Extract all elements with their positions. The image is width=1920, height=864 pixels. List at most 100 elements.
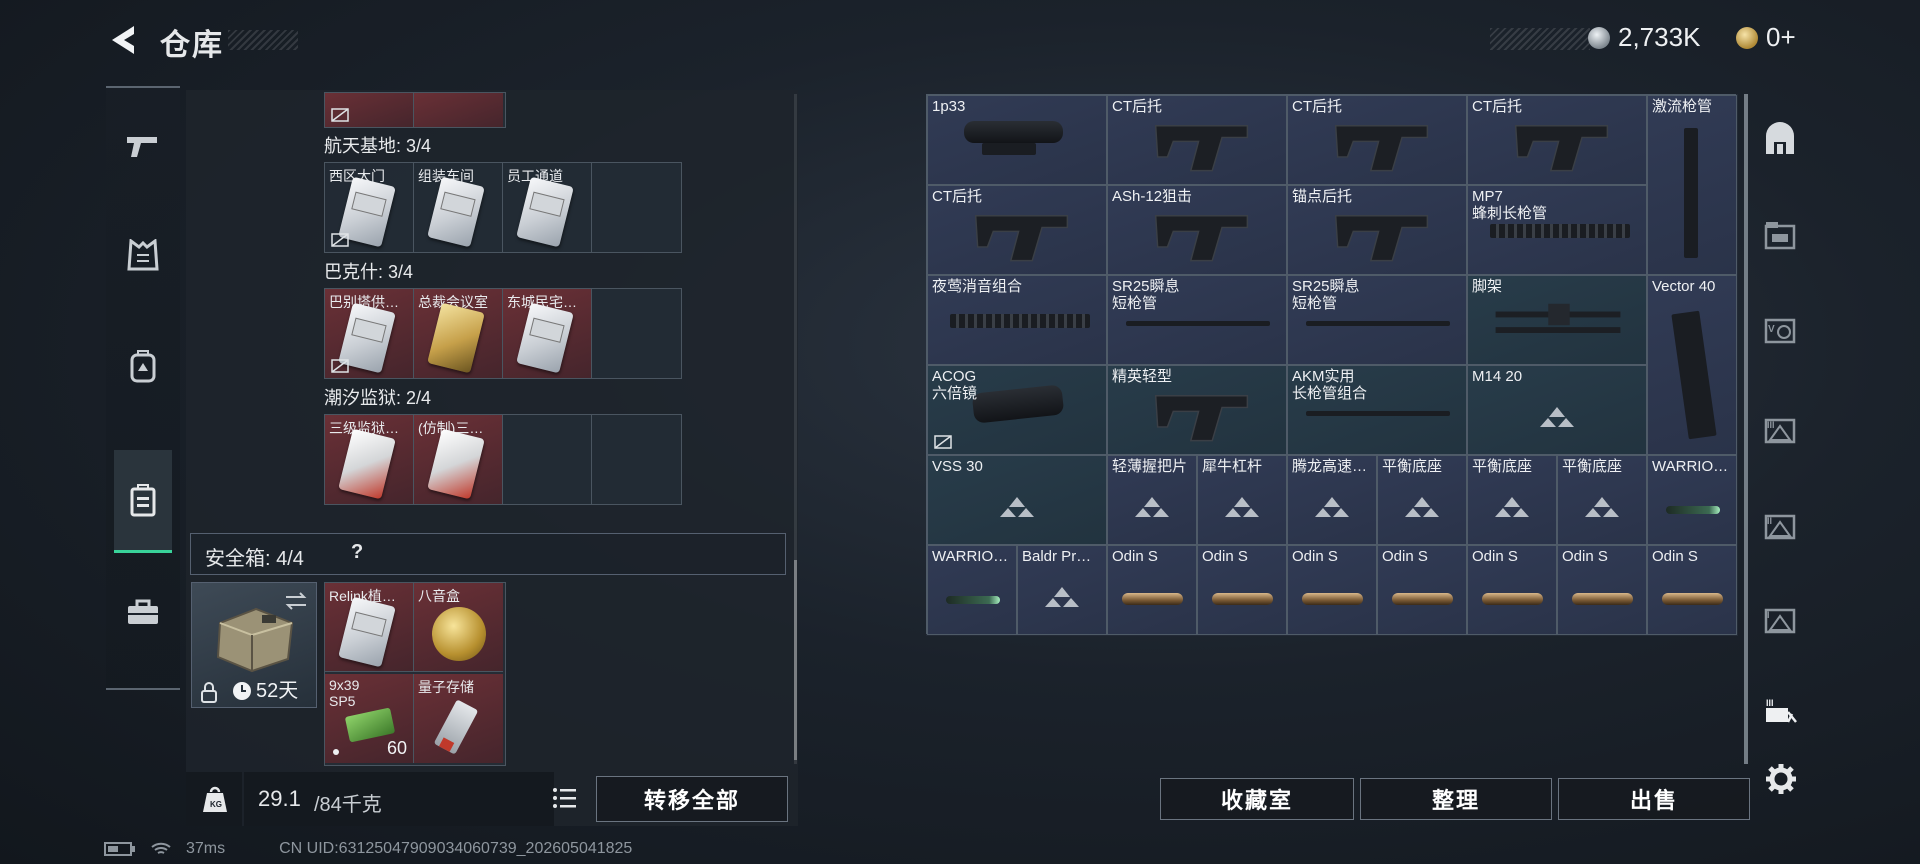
storage-item[interactable]: CT后托 xyxy=(1287,95,1467,185)
storage-tab-icon xyxy=(1764,222,1796,250)
placeholder-triangle-icon xyxy=(1135,497,1169,517)
storage-tab-6[interactable]: III xyxy=(1762,694,1798,730)
storage-item[interactable]: Odin S xyxy=(1197,545,1287,635)
storage-item-label: Odin S xyxy=(1652,548,1698,565)
storage-item[interactable]: CT后托 xyxy=(927,185,1107,275)
storage-item[interactable]: Baldr Pr… xyxy=(1017,545,1107,635)
key-card-cell[interactable]: 东城民宅… xyxy=(503,289,592,378)
help-icon[interactable]: ? xyxy=(351,541,363,564)
svg-text:III: III xyxy=(1767,420,1775,430)
bipod-image xyxy=(1495,303,1621,333)
storage-item[interactable]: 轻薄握把片 xyxy=(1107,455,1197,545)
storage-item[interactable]: ASh-12狙击 xyxy=(1107,185,1287,275)
weight-current: 29.1 xyxy=(258,786,301,811)
currency-gold[interactable]: 0+ xyxy=(1736,22,1796,53)
storage-item[interactable]: 平衡底座 xyxy=(1377,455,1467,545)
empty-slot[interactable] xyxy=(592,289,681,378)
storage-item[interactable]: MP7 蜂刺长枪管 xyxy=(1467,185,1647,275)
nav-pistol[interactable] xyxy=(114,96,172,196)
key-card-cell[interactable]: 西区大门 xyxy=(325,163,414,252)
storage-item[interactable]: VSS 30 xyxy=(927,455,1107,545)
nav-armor[interactable] xyxy=(114,206,172,306)
safe-box-case[interactable]: 52天 xyxy=(191,582,317,708)
safe-item-cell[interactable]: 八音盒 xyxy=(414,583,503,672)
storage-tab-5[interactable]: I xyxy=(1762,602,1798,638)
storage-item[interactable]: Odin S xyxy=(1107,545,1197,635)
storage-item[interactable]: 激流枪管 xyxy=(1647,95,1737,275)
storage-item[interactable]: Odin S xyxy=(1377,545,1467,635)
empty-slot[interactable] xyxy=(592,415,681,504)
safe-item-label: 八音盒 xyxy=(418,588,460,604)
key-card-cell[interactable]: 总裁会议室 xyxy=(414,289,503,378)
key-card-cell[interactable] xyxy=(325,93,414,127)
key-card-icon xyxy=(516,302,574,374)
safe-item-cell[interactable]: Relink植… xyxy=(325,583,414,672)
key-card-cell[interactable]: 三级监狱… xyxy=(325,415,414,504)
storage-item[interactable]: Odin S xyxy=(1647,545,1737,635)
storage-tab-all[interactable] xyxy=(1762,122,1798,158)
storage-item[interactable]: SR25瞬息 短枪管 xyxy=(1287,275,1467,365)
storage-item[interactable]: 平衡底座 xyxy=(1467,455,1557,545)
storage-item[interactable]: WARRIO… xyxy=(927,545,1017,635)
storage-item[interactable]: Odin S xyxy=(1467,545,1557,635)
safe-item-cell[interactable]: 量子存储 xyxy=(414,674,503,763)
storage-item[interactable]: SR25瞬息 短枪管 xyxy=(1107,275,1287,365)
collection-room-button[interactable]: 收藏室 xyxy=(1160,778,1354,820)
storage-item[interactable]: WARRIO… xyxy=(1647,455,1737,545)
armory-icon xyxy=(1766,122,1794,154)
key-card-cell[interactable]: 巴别塔供… xyxy=(325,289,414,378)
sort-button[interactable]: 整理 xyxy=(1360,778,1552,820)
no-transfer-icon xyxy=(934,435,952,449)
storage-item[interactable]: 锚点后托 xyxy=(1287,185,1467,275)
stock-image xyxy=(1334,124,1429,172)
key-card-cell[interactable] xyxy=(414,93,503,127)
svg-text:KG: KG xyxy=(210,800,222,809)
key-card-cell[interactable]: 员工通道 xyxy=(503,163,592,252)
storage-tab-4[interactable]: II xyxy=(1762,508,1798,544)
storage-item-label: Odin S xyxy=(1472,548,1518,565)
storage-item[interactable]: CT后托 xyxy=(1107,95,1287,185)
storage-item[interactable]: CT后托 xyxy=(1467,95,1647,185)
currency-silver[interactable]: 2,733K xyxy=(1588,22,1700,53)
nav-backpack[interactable] xyxy=(114,316,172,416)
storage-item[interactable]: Odin S xyxy=(1557,545,1647,635)
storage-item[interactable]: AKM实用 长枪管组合 xyxy=(1287,365,1467,455)
storage-item[interactable]: 脚架 xyxy=(1467,275,1647,365)
key-card-cell[interactable]: (仿制)三… xyxy=(414,415,503,504)
list-icon[interactable] xyxy=(552,786,578,810)
storage-item[interactable]: 腾龙高速… xyxy=(1287,455,1377,545)
storage-item[interactable]: 1p33 xyxy=(927,95,1107,185)
settings-button[interactable] xyxy=(1764,762,1800,798)
storage-item-label: Baldr Pr… xyxy=(1022,548,1092,565)
swap-icon[interactable] xyxy=(284,591,308,611)
storage-item[interactable]: 平衡底座 xyxy=(1557,455,1647,545)
empty-slot[interactable] xyxy=(592,163,681,252)
storage-tab-3[interactable]: III xyxy=(1762,412,1798,448)
sell-button[interactable]: 出售 xyxy=(1558,778,1750,820)
storage-item[interactable]: Vector 40 xyxy=(1647,275,1737,455)
flashlight-image xyxy=(1211,592,1273,605)
nav-toolbox[interactable] xyxy=(114,562,172,662)
gear-icon xyxy=(1766,764,1796,794)
storage-item[interactable]: ACOG 六倍镜 xyxy=(927,365,1107,455)
nav-safe-case[interactable] xyxy=(114,450,172,553)
storage-item[interactable]: 夜莺消音组合 xyxy=(927,275,1107,365)
storage-tab-2[interactable]: V xyxy=(1762,312,1798,348)
tactical-light-image xyxy=(1666,506,1720,515)
storage-item[interactable]: 精英轻型 xyxy=(1107,365,1287,455)
no-transfer-icon xyxy=(331,359,349,373)
empty-slot[interactable] xyxy=(503,415,592,504)
storage-item[interactable]: Odin S xyxy=(1287,545,1377,635)
safe-item-cell[interactable]: 9x39 SP5 60 xyxy=(325,674,414,763)
storage-tab-1[interactable] xyxy=(1762,218,1798,254)
back-button[interactable] xyxy=(104,22,144,58)
transfer-all-button[interactable]: 转移全部 xyxy=(596,776,788,822)
scope-mount xyxy=(982,142,1036,155)
currency-decoration xyxy=(1490,28,1590,50)
storage-item[interactable]: M14 20 xyxy=(1467,365,1647,455)
stash-scrollbar-thumb[interactable] xyxy=(794,560,797,760)
key-card-cell[interactable]: 组装车间 xyxy=(414,163,503,252)
storage-item[interactable]: 犀牛杠杆 xyxy=(1197,455,1287,545)
flashlight-image xyxy=(1481,592,1543,605)
back-arrow-icon xyxy=(112,26,134,54)
